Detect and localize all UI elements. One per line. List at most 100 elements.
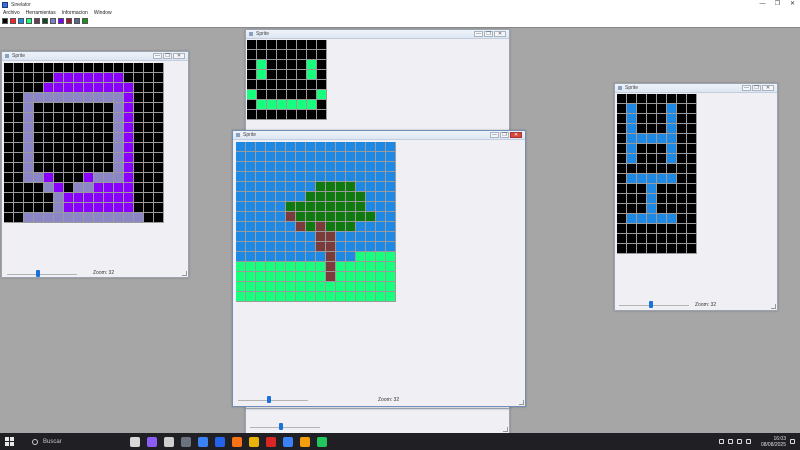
pixel-cell[interactable] bbox=[617, 234, 627, 244]
pixel-cell[interactable] bbox=[74, 143, 84, 153]
pixel-cell[interactable] bbox=[637, 124, 647, 134]
pixel-cell[interactable] bbox=[257, 60, 267, 70]
pixel-cell[interactable] bbox=[236, 282, 246, 292]
pixel-cell[interactable] bbox=[236, 192, 246, 202]
pixel-cell[interactable] bbox=[134, 133, 144, 143]
pixel-cell[interactable] bbox=[336, 152, 346, 162]
pixel-cell[interactable] bbox=[236, 202, 246, 212]
pixel-cell[interactable] bbox=[617, 154, 627, 164]
pixel-cell[interactable] bbox=[366, 152, 376, 162]
pixel-cell[interactable] bbox=[267, 110, 277, 120]
pixel-cell[interactable] bbox=[687, 184, 697, 194]
pixel-cell[interactable] bbox=[134, 73, 144, 83]
pixel-cell[interactable] bbox=[154, 123, 164, 133]
pixel-cell[interactable] bbox=[54, 123, 64, 133]
pixel-cell[interactable] bbox=[266, 222, 276, 232]
pixel-cell[interactable] bbox=[627, 114, 637, 124]
sprite-window-titlebar[interactable]: Sprite — ❐ ✕ bbox=[246, 30, 509, 39]
pixel-cell[interactable] bbox=[14, 103, 24, 113]
pixel-cell[interactable] bbox=[336, 252, 346, 262]
pixel-cell[interactable] bbox=[256, 142, 266, 152]
pixel-cell[interactable] bbox=[667, 224, 677, 234]
pixel-cell[interactable] bbox=[134, 123, 144, 133]
pixel-cell[interactable] bbox=[687, 134, 697, 144]
pixel-cell[interactable] bbox=[54, 173, 64, 183]
pixel-cell[interactable] bbox=[24, 153, 34, 163]
pixel-cell[interactable] bbox=[376, 202, 386, 212]
pixel-cell[interactable] bbox=[677, 134, 687, 144]
pixel-cell[interactable] bbox=[44, 73, 54, 83]
pixel-cell[interactable] bbox=[637, 144, 647, 154]
pixel-cell[interactable] bbox=[276, 212, 286, 222]
pixel-cell[interactable] bbox=[286, 292, 296, 302]
pixel-cell[interactable] bbox=[296, 172, 306, 182]
pixel-cell[interactable] bbox=[256, 222, 266, 232]
pixel-cell[interactable] bbox=[667, 94, 677, 104]
pixel-cell[interactable] bbox=[246, 252, 256, 262]
pixel-cell[interactable] bbox=[386, 192, 396, 202]
pixel-cell[interactable] bbox=[74, 83, 84, 93]
pixel-cell[interactable] bbox=[287, 60, 297, 70]
pixel-cell[interactable] bbox=[657, 194, 667, 204]
pixel-cell[interactable] bbox=[34, 83, 44, 93]
pixel-cell[interactable] bbox=[346, 242, 356, 252]
pixel-cell[interactable] bbox=[144, 93, 154, 103]
pixel-cell[interactable] bbox=[647, 174, 657, 184]
pixel-cell[interactable] bbox=[236, 292, 246, 302]
pixel-cell[interactable] bbox=[256, 292, 266, 302]
pixel-cell[interactable] bbox=[307, 100, 317, 110]
pixel-cell[interactable] bbox=[24, 103, 34, 113]
pixel-cell[interactable] bbox=[287, 40, 297, 50]
pixel-cell[interactable] bbox=[286, 212, 296, 222]
pixel-cell[interactable] bbox=[627, 204, 637, 214]
pixel-cell[interactable] bbox=[296, 262, 306, 272]
pixel-cell[interactable] bbox=[74, 103, 84, 113]
pixel-cell[interactable] bbox=[366, 232, 376, 242]
pixel-cell[interactable] bbox=[4, 113, 14, 123]
pixel-cell[interactable] bbox=[296, 192, 306, 202]
pixel-cell[interactable] bbox=[657, 124, 667, 134]
pixel-cell[interactable] bbox=[366, 262, 376, 272]
pixel-cell[interactable] bbox=[246, 222, 256, 232]
speaker-icon[interactable] bbox=[736, 439, 742, 444]
pixel-cell[interactable] bbox=[637, 244, 647, 254]
pixel-cell[interactable] bbox=[114, 73, 124, 83]
pixel-cell[interactable] bbox=[297, 50, 307, 60]
pixel-cell[interactable] bbox=[84, 183, 94, 193]
pixel-cell[interactable] bbox=[386, 262, 396, 272]
pixel-cell[interactable] bbox=[124, 193, 134, 203]
pixel-cell[interactable] bbox=[247, 100, 257, 110]
pixel-cell[interactable] bbox=[266, 292, 276, 302]
pixel-cell[interactable] bbox=[114, 143, 124, 153]
pixel-cell[interactable] bbox=[134, 153, 144, 163]
pixel-cell[interactable] bbox=[54, 153, 64, 163]
pixel-cell[interactable] bbox=[54, 163, 64, 173]
pixel-cell[interactable] bbox=[114, 133, 124, 143]
pixel-cell[interactable] bbox=[124, 143, 134, 153]
pixel-cell[interactable] bbox=[667, 204, 677, 214]
pixel-cell[interactable] bbox=[154, 153, 164, 163]
pixel-cell[interactable] bbox=[276, 282, 286, 292]
pixel-cell[interactable] bbox=[4, 123, 14, 133]
pixel-cell[interactable] bbox=[306, 202, 316, 212]
pixel-cell[interactable] bbox=[64, 123, 74, 133]
pixel-cell[interactable] bbox=[154, 93, 164, 103]
pixel-cell[interactable] bbox=[647, 94, 657, 104]
pixel-cell[interactable] bbox=[297, 90, 307, 100]
pixel-cell[interactable] bbox=[94, 113, 104, 123]
pixel-cell[interactable] bbox=[637, 234, 647, 244]
pixel-cell[interactable] bbox=[667, 104, 677, 114]
pixel-cell[interactable] bbox=[346, 182, 356, 192]
pixel-cell[interactable] bbox=[54, 143, 64, 153]
pixel-cell[interactable] bbox=[124, 163, 134, 173]
resize-grip[interactable] bbox=[771, 304, 776, 309]
pixel-cell[interactable] bbox=[677, 214, 687, 224]
pixel-cell[interactable] bbox=[4, 213, 14, 223]
pixel-cell[interactable] bbox=[286, 242, 296, 252]
pixel-cell[interactable] bbox=[356, 182, 366, 192]
pixel-cell[interactable] bbox=[74, 183, 84, 193]
pixel-cell[interactable] bbox=[276, 292, 286, 302]
pixel-cell[interactable] bbox=[346, 282, 356, 292]
pixel-cell[interactable] bbox=[34, 63, 44, 73]
pixel-cell[interactable] bbox=[236, 262, 246, 272]
